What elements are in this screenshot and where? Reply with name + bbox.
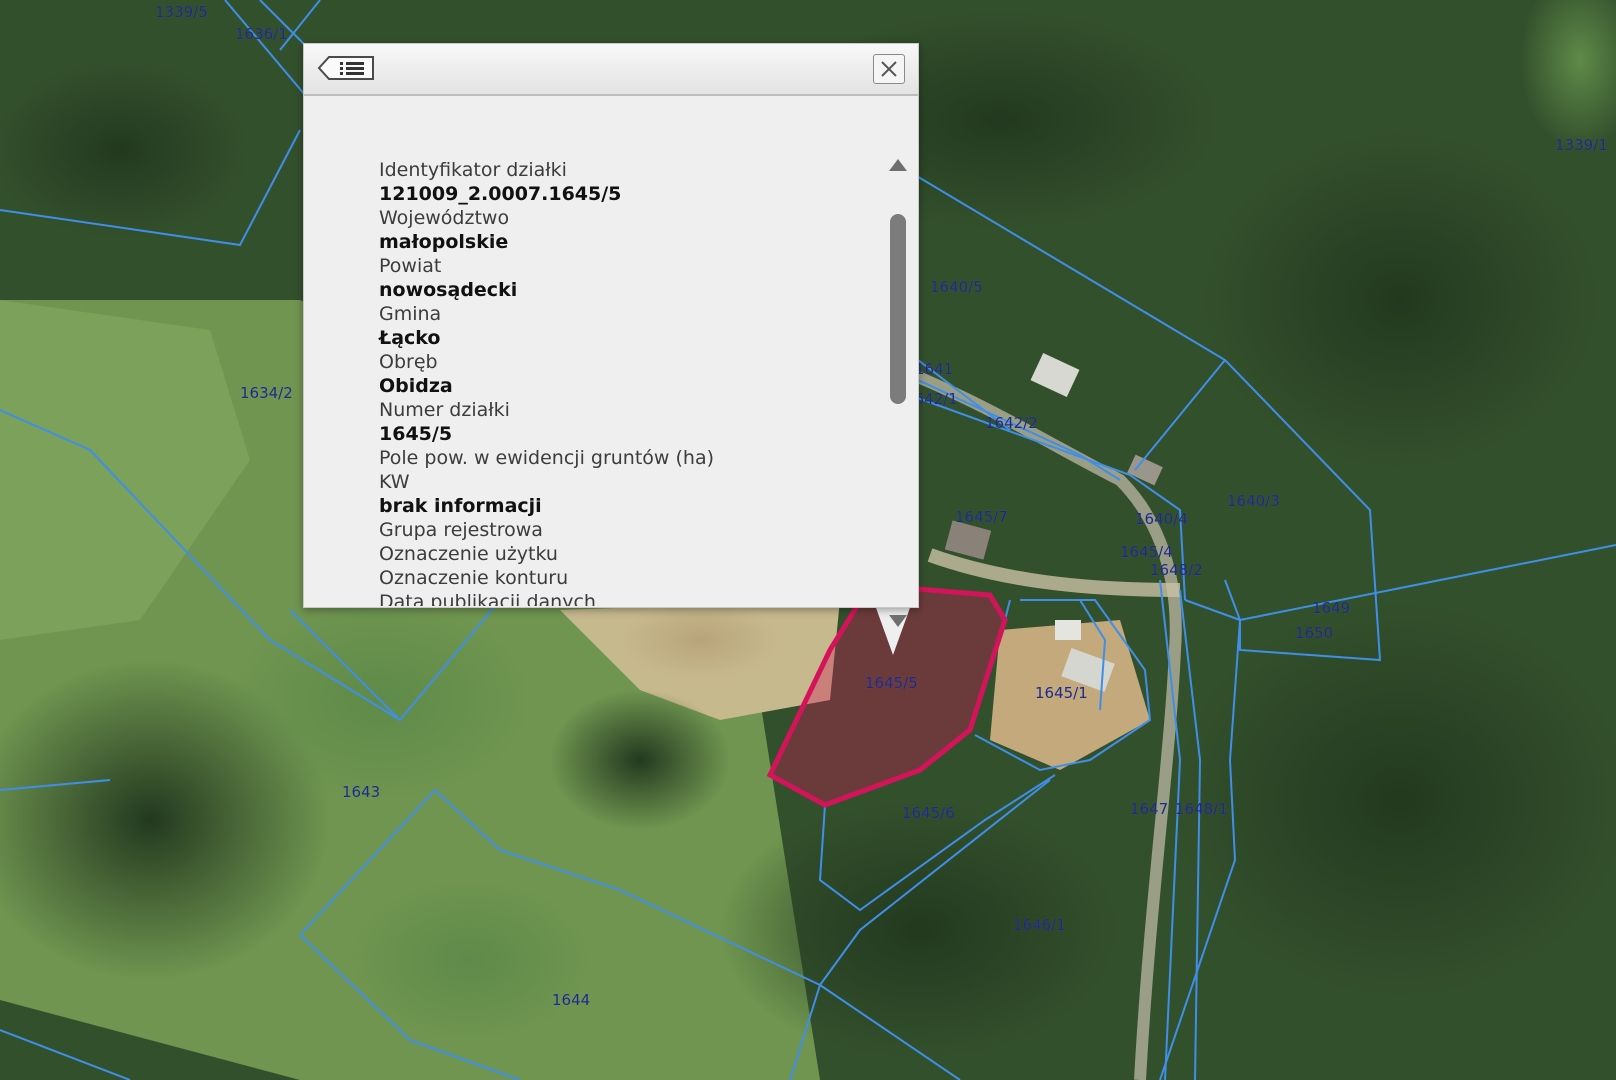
parcel-label: 1645/4 (1120, 543, 1173, 561)
parcel-label: 1640/5 (930, 278, 983, 296)
parcel-info-popup: Identyfikator działki 121009_2.0007.1645/… (303, 43, 919, 627)
parcel-label: 1634/2 (240, 384, 293, 402)
attribute-label: Data publikacji danych (379, 591, 596, 606)
attribute-label: Grupa rejestrowa (379, 519, 543, 541)
parcel-label: 1647 (1130, 800, 1168, 818)
attribute-value: małopolskie (379, 231, 509, 253)
parcel-label: 1640/4 (1135, 510, 1188, 528)
parcel-label: 1636/1 (235, 25, 288, 43)
parcel-label: 1648/1 (1175, 800, 1228, 818)
parcel-label: 1643 (342, 783, 380, 801)
popup-content: Identyfikator działki 121009_2.0007.1645/… (304, 96, 881, 606)
list-back-icon (317, 56, 374, 80)
popup-pointer (875, 605, 911, 655)
back-to-list-button[interactable] (316, 54, 376, 82)
close-button[interactable] (873, 54, 905, 84)
parcel-label: 1640/3 (1227, 492, 1280, 510)
scroll-thumb[interactable] (890, 214, 906, 404)
scroll-up-arrow-icon[interactable] (889, 159, 907, 171)
attribute-label: Oznaczenie konturu (379, 567, 569, 589)
attribute-list: Identyfikator działki 121009_2.0007.1645/… (379, 158, 714, 606)
attribute-label: Gmina (379, 303, 442, 325)
close-icon (881, 61, 897, 77)
parcel-label: 1649 (1312, 599, 1350, 617)
parcel-label: 1645/6 (902, 804, 955, 822)
parcel-label: 1339/1 (1555, 136, 1608, 154)
attribute-label: Numer działki (379, 399, 510, 421)
parcel-label: 1641 (915, 360, 953, 378)
attribute-value: Łącko (379, 327, 441, 349)
attribute-value: Obidza (379, 375, 453, 397)
attribute-label: Województwo (379, 207, 510, 229)
parcel-label: 1642/2 (985, 414, 1038, 432)
parcel-label: 1339/5 (155, 3, 208, 21)
parcel-label: 1646/1 (1013, 916, 1066, 934)
parcel-label: 1645/5 (865, 674, 918, 692)
attribute-label: Powiat (379, 255, 442, 277)
attribute-label: Identyfikator działki (379, 159, 567, 181)
popup-scrollbar[interactable] (882, 99, 912, 627)
attribute-label: Obręb (379, 351, 438, 373)
parcel-label: 1648/2 (1150, 561, 1203, 579)
parcel-label: 1645/1 (1035, 684, 1088, 702)
parcel-label: 1645/7 (955, 508, 1008, 526)
attribute-label: KW (379, 471, 410, 493)
attribute-value: 1645/5 (379, 423, 453, 445)
popup-header (304, 44, 918, 96)
parcel-label: 1644 (552, 991, 590, 1009)
attribute-label: Oznaczenie użytku (379, 543, 558, 565)
parcel-label: 1650 (1295, 624, 1333, 642)
attribute-value: brak informacji (379, 495, 542, 517)
scroll-down-arrow-icon[interactable] (889, 615, 907, 627)
attribute-label: Pole pow. w ewidencji gruntów (ha) (379, 447, 715, 469)
attribute-value: 121009_2.0007.1645/5 (379, 183, 622, 205)
attribute-value: nowosądecki (379, 279, 518, 301)
